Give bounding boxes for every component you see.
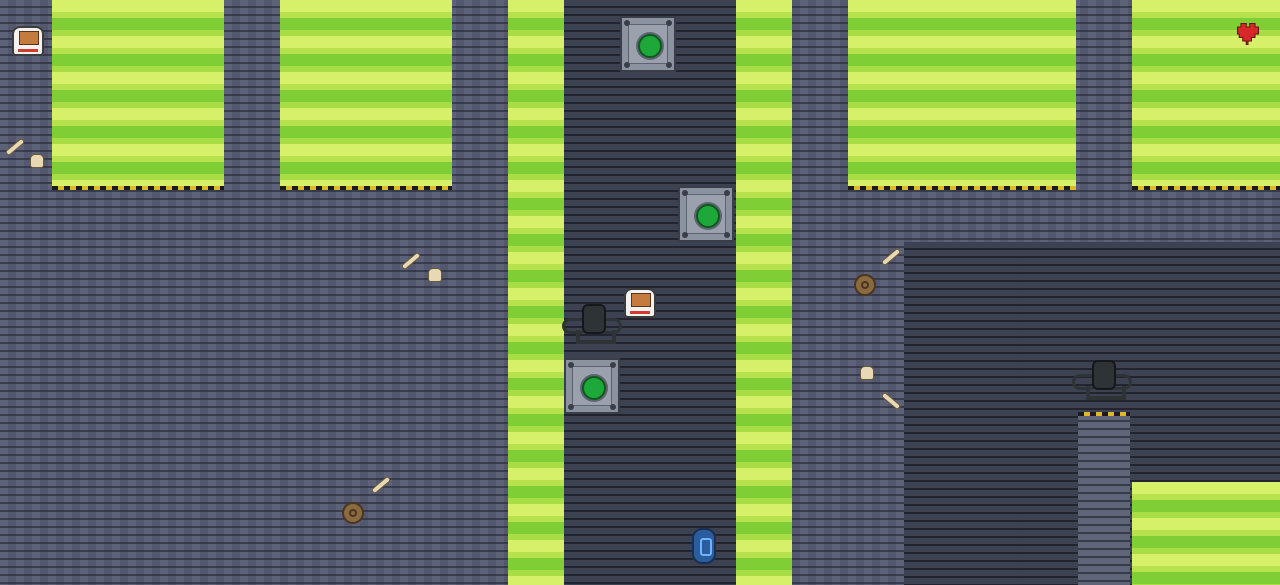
alien-spider-icon[interactable] [560, 304, 624, 348]
hazard-edge [848, 186, 1076, 190]
bone-icon [880, 391, 902, 411]
bone-icon [400, 251, 422, 271]
bone-icon [4, 137, 26, 157]
hazard-edge [1078, 412, 1130, 416]
player-portrait-icon [12, 26, 44, 56]
player-astronaut-icon[interactable] [624, 288, 656, 318]
acid-pool [1132, 482, 1280, 585]
skull-icon [30, 154, 44, 168]
barrel-icon [342, 502, 364, 524]
hazard-edge [280, 186, 452, 190]
alien-spider-icon[interactable] [1070, 360, 1134, 404]
reactor-crate-icon[interactable] [678, 186, 734, 242]
shield-pickup-icon[interactable] [692, 528, 716, 564]
hazard-edge [1132, 186, 1280, 190]
stone-pillar [1078, 414, 1130, 585]
acid-pool [848, 0, 1076, 186]
heart-icon [1236, 22, 1260, 46]
bone-icon [370, 475, 392, 495]
barrel-icon [854, 274, 876, 296]
acid-channel [736, 0, 792, 585]
acid-channel [508, 0, 564, 585]
bone-icon [880, 247, 902, 267]
reactor-crate-icon[interactable] [564, 358, 620, 414]
acid-pool [52, 0, 224, 186]
game-viewport[interactable] [0, 0, 1280, 585]
hazard-edge [52, 186, 224, 190]
skull-icon [860, 366, 874, 380]
reactor-crate-icon[interactable] [620, 16, 676, 72]
skull-icon [428, 268, 442, 282]
acid-pool [280, 0, 452, 186]
